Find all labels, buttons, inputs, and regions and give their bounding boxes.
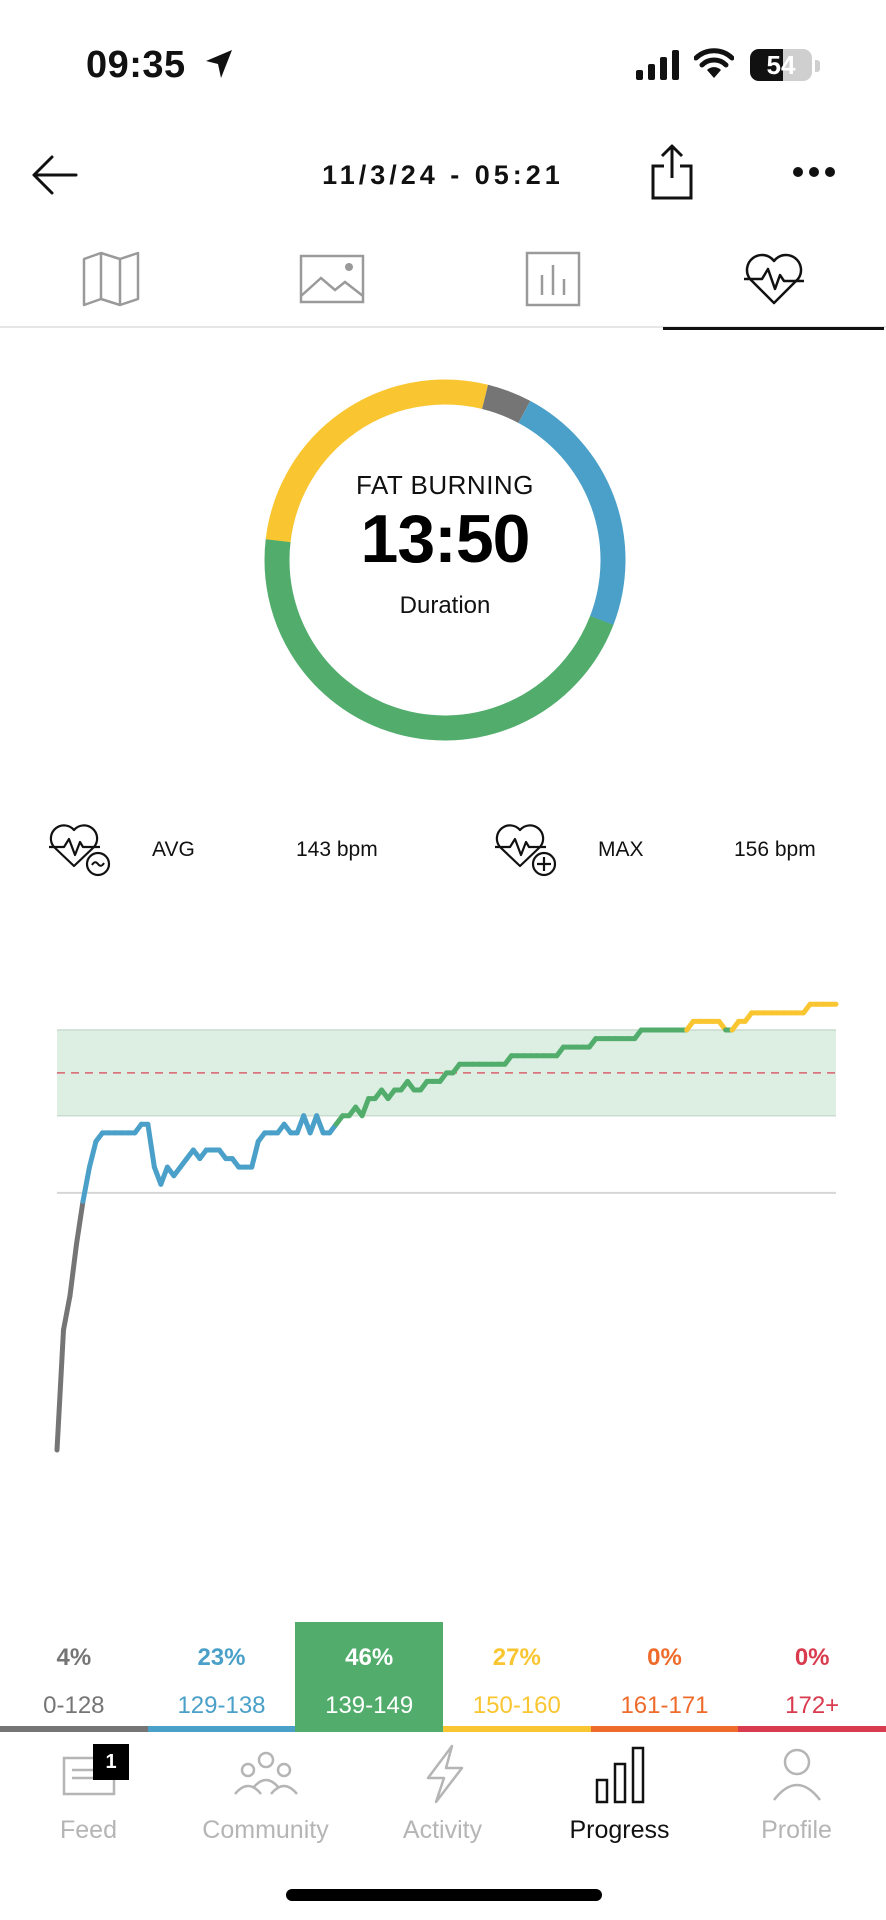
workout-view-tabs bbox=[0, 230, 886, 330]
zone-item: 0% 172+ bbox=[738, 1622, 886, 1732]
hr-line-segment bbox=[314, 1113, 326, 1136]
community-icon bbox=[233, 1751, 298, 1795]
zone-percent: 4% bbox=[56, 1644, 92, 1671]
ring-center: FAT BURNING 13:50 Duration bbox=[255, 370, 635, 750]
zone-range: 172+ bbox=[785, 1692, 840, 1719]
zone-item: 23% 129-138 bbox=[147, 1622, 296, 1732]
battery-nub bbox=[815, 60, 820, 72]
zone-range: 129-138 bbox=[177, 1692, 266, 1719]
tab-heart-rate[interactable] bbox=[663, 230, 884, 330]
zone-range: 150-160 bbox=[472, 1692, 561, 1719]
hr-line-segment bbox=[60, 1293, 73, 1333]
zone-label: FAT BURNING bbox=[356, 470, 534, 500]
zone-range: 139-149 bbox=[325, 1692, 414, 1719]
nav-label-feed: Feed bbox=[60, 1816, 117, 1844]
battery-indicator: 54 bbox=[750, 49, 812, 81]
hr-line-segment bbox=[249, 1138, 261, 1170]
avg-heart-rate-icon bbox=[49, 824, 111, 877]
tab-stats[interactable] bbox=[442, 230, 663, 328]
more-icon[interactable] bbox=[792, 160, 836, 184]
zone-percent: 23% bbox=[197, 1644, 246, 1671]
map-icon bbox=[82, 251, 139, 307]
battery-level: 54 bbox=[766, 50, 796, 80]
zone-range: 0-128 bbox=[43, 1692, 105, 1719]
nav-feed[interactable]: 1 Feed bbox=[0, 1732, 177, 1852]
hr-line-segment bbox=[86, 1138, 99, 1170]
nav-label-activity: Activity bbox=[402, 1816, 483, 1844]
avg-label: AVG bbox=[152, 838, 195, 861]
nav-progress[interactable]: Progress bbox=[531, 1732, 708, 1852]
zone-range: 161-171 bbox=[620, 1692, 709, 1719]
nav-label-profile: Profile bbox=[761, 1816, 832, 1844]
zone-percent: 0% bbox=[647, 1644, 682, 1671]
heart-rate-icon bbox=[743, 253, 804, 305]
duration-value: 13:50 bbox=[360, 501, 531, 577]
share-icon[interactable] bbox=[648, 142, 696, 202]
location-arrow-icon bbox=[206, 50, 232, 78]
hr-line-segment bbox=[73, 1198, 86, 1247]
wifi-icon bbox=[694, 48, 734, 78]
image-icon bbox=[299, 254, 364, 304]
hr-line-segment bbox=[80, 1164, 92, 1204]
status-bar: 09:35 54 bbox=[0, 0, 886, 130]
cellular-signal-icon bbox=[636, 50, 679, 80]
workout-header: 11/3/24 - 05:21 bbox=[0, 130, 886, 220]
nav-activity[interactable]: Activity bbox=[354, 1732, 531, 1852]
tab-photos[interactable] bbox=[221, 230, 442, 328]
max-heart-rate-icon bbox=[495, 824, 557, 877]
zone-percent: 46% bbox=[345, 1644, 394, 1671]
profile-icon bbox=[772, 1748, 821, 1801]
activity-bolt-icon bbox=[426, 1744, 463, 1804]
nav-community[interactable]: Community bbox=[177, 1732, 354, 1852]
hr-line-segment bbox=[54, 1327, 66, 1453]
zone-item: 4% 0-128 bbox=[0, 1622, 148, 1732]
heart-rate-chart bbox=[54, 1001, 839, 1453]
tab-map[interactable] bbox=[0, 230, 221, 328]
max-label: MAX bbox=[598, 838, 644, 861]
bottom-tab-bar: 1 Feed Community Activity Progress Profi… bbox=[0, 1732, 886, 1852]
home-indicator bbox=[286, 1889, 602, 1901]
status-time: 09:35 bbox=[86, 44, 186, 86]
feed-badge: 1 bbox=[93, 1744, 129, 1780]
workout-date-title: 11/3/24 - 05:21 bbox=[322, 160, 564, 190]
hr-line-segment bbox=[145, 1121, 157, 1170]
max-value: 156 bpm bbox=[734, 838, 816, 861]
avg-value: 143 bpm bbox=[296, 838, 378, 861]
nav-label-progress: Progress bbox=[569, 1816, 670, 1844]
zone-percent: 0% bbox=[794, 1644, 830, 1671]
nav-profile[interactable]: Profile bbox=[708, 1732, 885, 1852]
heart-rate-stats: AVG 143 bpm MAX 156 bpm bbox=[0, 820, 886, 880]
zone-item: 46% 139-149 bbox=[295, 1622, 443, 1732]
zone-item: 27% 150-160 bbox=[443, 1622, 591, 1732]
nav-label-community: Community bbox=[202, 1816, 329, 1844]
zone-item: 0% 161-171 bbox=[590, 1622, 739, 1732]
progress-bars-icon bbox=[595, 1746, 644, 1804]
hr-line-segment bbox=[67, 1241, 79, 1299]
zone-breakdown: 4% 0-128 23% 129-138 46% 139-149 27% 150-160 0% 1… bbox=[0, 1622, 886, 1732]
bar-chart-icon bbox=[525, 251, 580, 307]
duration-label: Duration bbox=[399, 592, 491, 619]
zone-percent: 27% bbox=[492, 1644, 541, 1671]
